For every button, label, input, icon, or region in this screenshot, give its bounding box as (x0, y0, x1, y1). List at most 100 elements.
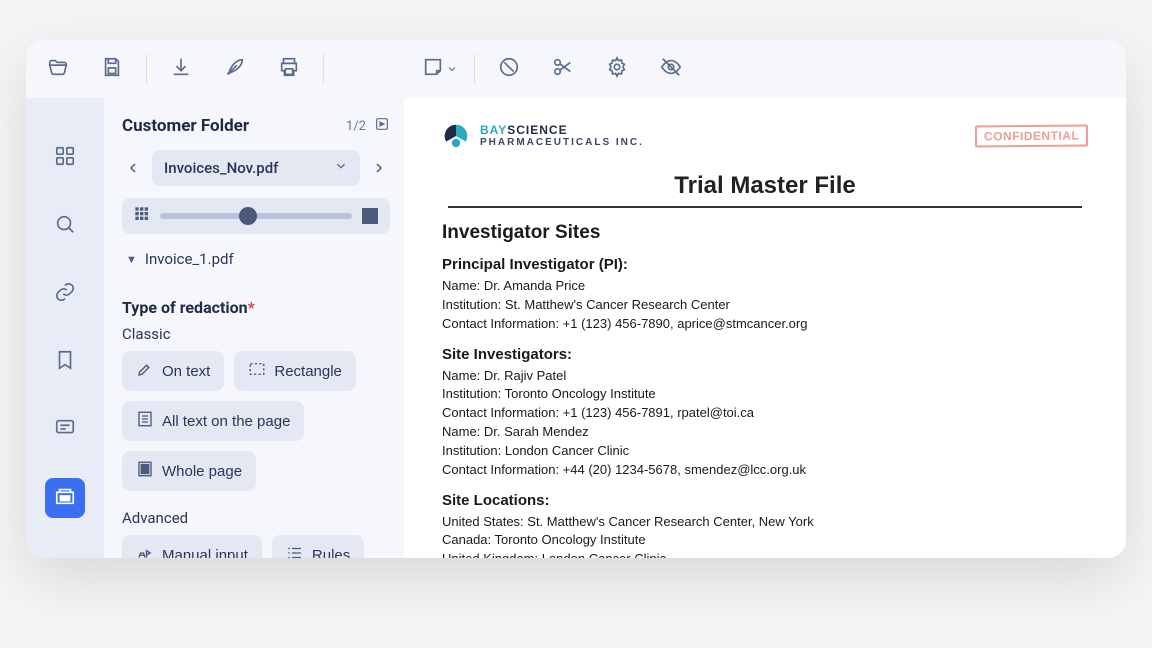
doc-title: Trial Master File (448, 172, 1082, 206)
download-icon (170, 56, 192, 82)
file-navigator: Invoices_Nov.pdf (122, 150, 390, 186)
rectangle-label: Rectangle (274, 363, 342, 380)
rail-thumbnails[interactable] (45, 138, 85, 178)
si1-institution: Institution: Toronto Oncology Institute (442, 385, 1088, 404)
zoom-thumbs-icon[interactable] (134, 206, 150, 226)
doc-header: BAYSCIENCE PHARMACEUTICALS INC. CONFIDEN… (442, 122, 1088, 150)
page-text-icon (136, 410, 154, 432)
prev-file-button[interactable] (122, 160, 144, 176)
advanced-label: Advanced (122, 509, 390, 527)
si2-institution: Institution: London Cancer Clinic (442, 442, 1088, 461)
sidebar: Customer Folder 1/2 Invoices_Nov.pdf (104, 98, 404, 558)
site-investigators-heading: Site Investigators: (442, 346, 1088, 363)
sidebar-header: Customer Folder 1/2 (122, 116, 390, 136)
zoom-single-icon[interactable] (362, 208, 378, 224)
hide-button[interactable] (645, 48, 697, 90)
scissors-button[interactable] (537, 48, 589, 90)
app-window: Customer Folder 1/2 Invoices_Nov.pdf (26, 40, 1126, 558)
si2-name: Name: Dr. Sarah Mendez (442, 423, 1088, 442)
logo-text-bay: BAY (480, 123, 507, 137)
bookmark-icon (54, 349, 76, 375)
keyboard-icon (136, 544, 154, 558)
zoom-slider[interactable] (160, 213, 352, 219)
tree-file-label: Invoice_1.pdf (145, 250, 234, 268)
document-viewer[interactable]: BAYSCIENCE PHARMACEUTICALS INC. CONFIDEN… (404, 98, 1126, 558)
print-button[interactable] (263, 48, 315, 90)
pi-contact: Contact Information: +1 (123) 456-7890, … (442, 315, 1088, 334)
manual-input-button[interactable]: Manual input (122, 535, 262, 558)
separator (474, 54, 475, 84)
loc-us: United States: St. Matthew's Cancer Rese… (442, 513, 1088, 532)
redaction-type-label: Type of redaction* (122, 298, 390, 317)
settings-button[interactable] (591, 48, 643, 90)
all-text-button[interactable]: All text on the page (122, 401, 304, 441)
site-locations-heading: Site Locations: (442, 492, 1088, 509)
classic-label: Classic (122, 325, 390, 343)
top-toolbar (26, 40, 1126, 98)
doc-section-heading: Investigator Sites (442, 222, 1088, 244)
file-dropdown-label: Invoices_Nov.pdf (164, 159, 278, 177)
logo-text-sub: PHARMACEUTICALS INC. (480, 137, 644, 148)
rectangle-button[interactable]: Rectangle (234, 351, 356, 391)
sidebar-title: Customer Folder (122, 116, 249, 136)
sign-button[interactable] (209, 48, 261, 90)
on-text-label: On text (162, 363, 210, 380)
rules-button[interactable]: Rules (272, 535, 364, 558)
folder-open-icon (47, 56, 69, 82)
zoom-slider-thumb[interactable] (239, 207, 257, 225)
logo-text-science: SCIENCE (507, 123, 567, 137)
chevron-down-icon (334, 159, 348, 177)
pi-institution: Institution: St. Matthew's Cancer Resear… (442, 296, 1088, 315)
loc-ca: Canada: Toronto Oncology Institute (442, 531, 1088, 550)
chevron-down-icon (446, 60, 458, 79)
pi-name: Name: Dr. Amanda Price (442, 277, 1088, 296)
search-icon (54, 213, 76, 239)
rules-label: Rules (312, 547, 350, 559)
separator (323, 54, 324, 84)
floppy-icon (101, 56, 123, 82)
rules-icon (286, 544, 304, 558)
eraser-icon (498, 56, 520, 82)
si2-contact: Contact Information: +44 (20) 1234-5678,… (442, 461, 1088, 480)
whole-page-label: Whole page (162, 463, 242, 480)
rail-redaction[interactable] (45, 478, 85, 518)
eye-off-icon (660, 56, 682, 82)
dashed-rect-icon (248, 360, 266, 382)
sidebar-page-nav: 1/2 (346, 116, 390, 136)
rail-bookmarks[interactable] (45, 342, 85, 382)
si1-contact: Contact Information: +1 (123) 456-7891, … (442, 404, 1088, 423)
file-dropdown[interactable]: Invoices_Nov.pdf (152, 150, 360, 186)
whole-page-button[interactable]: Whole page (122, 451, 256, 491)
body-row: Customer Folder 1/2 Invoices_Nov.pdf (26, 98, 1126, 558)
feather-icon (224, 56, 246, 82)
eraser-button[interactable] (483, 48, 535, 90)
rail-attachments[interactable] (45, 274, 85, 314)
si1-name: Name: Dr. Rajiv Patel (442, 367, 1088, 386)
tree-file-item[interactable]: ▼ Invoice_1.pdf (122, 244, 390, 274)
loc-uk: United Kingdom: London Cancer Clinic (442, 550, 1088, 558)
comment-icon (54, 417, 76, 443)
printer-icon (278, 56, 300, 82)
scissors-icon (552, 56, 574, 82)
save-button[interactable] (86, 48, 138, 90)
redaction-icon (54, 485, 76, 511)
left-rail (26, 98, 104, 558)
company-logo: BAYSCIENCE PHARMACEUTICALS INC. (442, 122, 644, 150)
rail-search[interactable] (45, 206, 85, 246)
pi-heading: Principal Investigator (PI): (442, 256, 1088, 273)
note-button[interactable] (414, 48, 466, 90)
all-text-label: All text on the page (162, 413, 290, 430)
link-icon (54, 281, 76, 307)
zoom-control (122, 198, 390, 234)
next-file-button[interactable] (368, 160, 390, 176)
open-button[interactable] (32, 48, 84, 90)
rail-comments[interactable] (45, 410, 85, 450)
text-highlight-icon (136, 360, 154, 382)
logo-mark-icon (442, 122, 470, 150)
download-button[interactable] (155, 48, 207, 90)
grid-icon (54, 145, 76, 171)
manual-input-label: Manual input (162, 547, 248, 559)
goto-page-button[interactable] (374, 116, 390, 136)
on-text-button[interactable]: On text (122, 351, 224, 391)
title-rule (448, 206, 1082, 208)
